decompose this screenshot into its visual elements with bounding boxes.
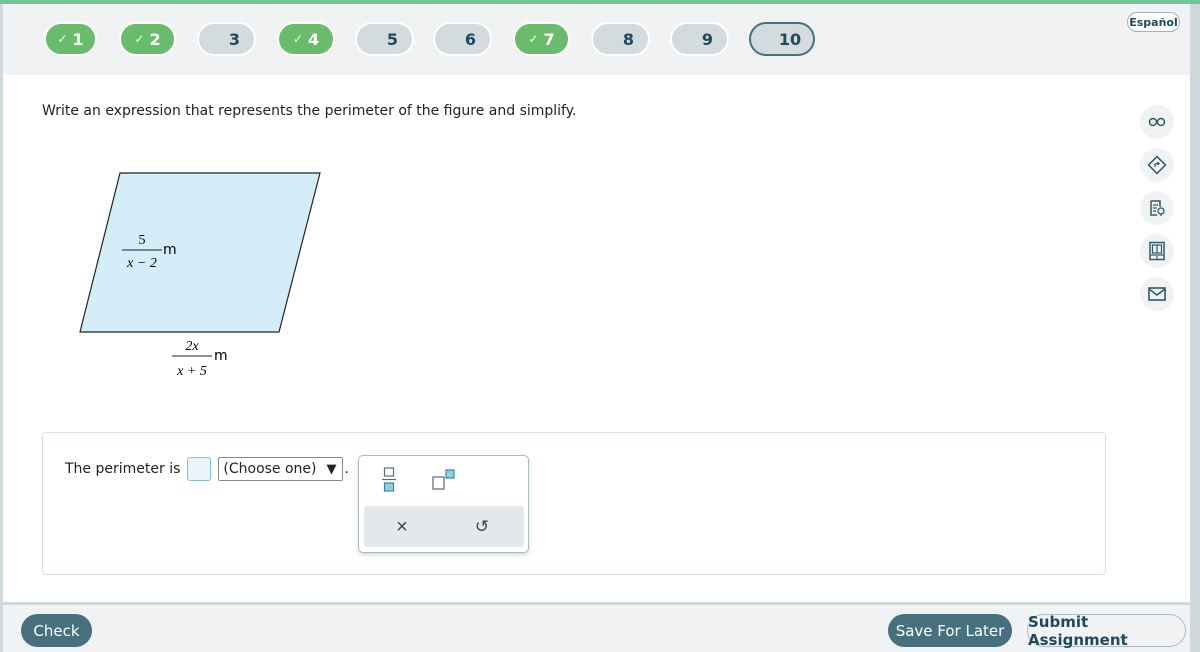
check-icon: ✓ xyxy=(57,32,68,46)
question-9-button[interactable]: 9 xyxy=(670,22,729,56)
scrollbar-track[interactable] xyxy=(1190,4,1200,652)
undo-button[interactable]: ↺ xyxy=(466,511,498,543)
base-numerator: 2x xyxy=(185,339,199,354)
save-for-later-button[interactable]: Save For Later xyxy=(888,614,1012,647)
check-icon: ✓ xyxy=(528,32,539,46)
answer-prefix: The perimeter is xyxy=(65,461,181,477)
question-7-button[interactable]: ✓ 7 xyxy=(513,22,570,56)
math-palette: × ↺ xyxy=(358,455,529,553)
clear-button[interactable]: × xyxy=(386,511,418,543)
language-toggle-button[interactable]: Español xyxy=(1127,12,1180,32)
parallelogram-figure: 5 x − 2 m 2x x + 5 m xyxy=(79,172,321,379)
question-6-button[interactable]: 6 xyxy=(433,22,492,56)
answer-panel: The perimeter is (Choose one) ▼ . × ↺ xyxy=(42,432,1106,575)
superscript-icon xyxy=(432,469,455,490)
question-area: Write an expression that represents the … xyxy=(0,75,1190,602)
base-length-label: 2x x + 5 m xyxy=(172,339,228,379)
header: ✓ 1 ✓ 2 3 ✓ 4 5 6 ✓ 7 8 9 10 Español xyxy=(0,4,1200,75)
mail-icon xyxy=(1148,287,1166,301)
notes-hint-button[interactable] xyxy=(1140,191,1174,225)
dropdown-arrow-icon: ▼ xyxy=(326,461,337,477)
perimeter-input[interactable] xyxy=(187,457,212,481)
check-icon: ✓ xyxy=(292,32,303,46)
question-3-button[interactable]: 3 xyxy=(197,22,256,56)
palette-templates-row xyxy=(359,456,528,504)
fraction-button[interactable] xyxy=(374,464,404,496)
parallelogram-shape xyxy=(79,172,321,333)
close-icon: × xyxy=(396,515,408,538)
unit-select-value: (Choose one) xyxy=(223,461,317,477)
check-button[interactable]: Check xyxy=(21,614,92,647)
footer: Check Save For Later Submit Assignment xyxy=(0,602,1190,652)
side-denominator: x − 2 xyxy=(126,256,157,271)
question-8-button[interactable]: 8 xyxy=(591,22,650,56)
submit-assignment-button[interactable]: Submit Assignment xyxy=(1027,613,1186,649)
check-icon: ✓ xyxy=(134,32,145,46)
notes-hint-icon xyxy=(1150,200,1165,216)
directions-button[interactable] xyxy=(1140,148,1174,182)
base-unit: m xyxy=(214,348,228,364)
unit-select[interactable]: (Choose one) ▼ xyxy=(218,457,343,481)
side-unit: m xyxy=(163,242,177,258)
fraction-icon xyxy=(382,467,396,492)
question-4-button[interactable]: ✓ 4 xyxy=(277,22,335,56)
base-denominator: x + 5 xyxy=(176,364,207,379)
glasses-icon xyxy=(1148,117,1166,127)
mail-button[interactable] xyxy=(1140,277,1174,311)
directions-icon xyxy=(1147,155,1167,175)
glasses-button[interactable] xyxy=(1140,105,1174,139)
question-1-button[interactable]: ✓ 1 xyxy=(44,22,97,56)
answer-period: . xyxy=(344,461,349,477)
side-numerator: 5 xyxy=(139,233,146,248)
superscript-button[interactable] xyxy=(427,464,461,496)
palette-actions-row: × ↺ xyxy=(364,506,524,547)
question-2-button[interactable]: ✓ 2 xyxy=(119,22,176,56)
question-10-button[interactable]: 10 xyxy=(749,22,815,56)
question-prompt: Write an expression that represents the … xyxy=(42,103,577,119)
ebook-button[interactable] xyxy=(1140,234,1174,268)
undo-icon: ↺ xyxy=(474,517,490,536)
ebook-icon xyxy=(1149,241,1165,261)
tools-column xyxy=(1140,105,1174,320)
answer-line: The perimeter is (Choose one) ▼ . xyxy=(65,457,349,481)
question-5-button[interactable]: 5 xyxy=(355,22,414,56)
